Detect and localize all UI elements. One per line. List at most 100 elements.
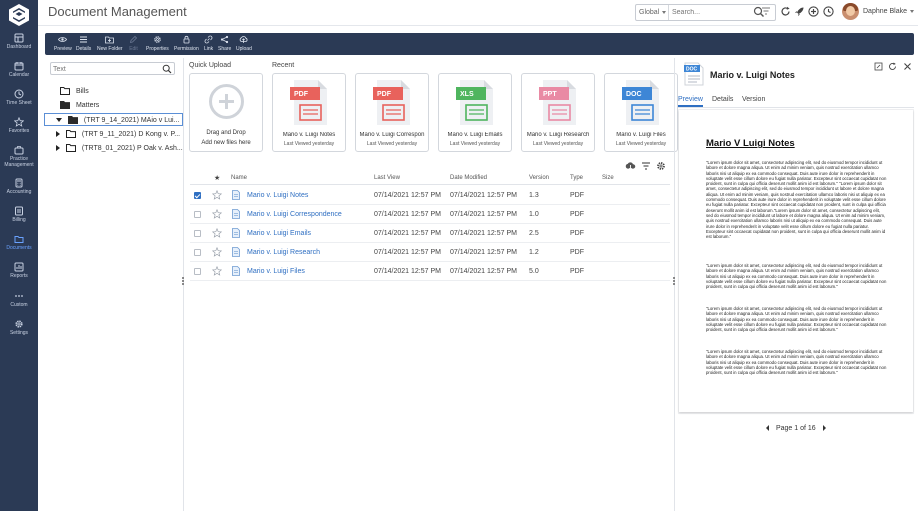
upload-button[interactable]: Upload: [236, 35, 252, 52]
column-header-name[interactable]: Name: [231, 175, 247, 181]
edit-button[interactable]: Edit: [129, 35, 138, 52]
nav-item-settings[interactable]: Settings: [0, 319, 38, 336]
pager: Page 1 of 16: [766, 425, 826, 432]
permission-button[interactable]: Permission: [174, 35, 199, 52]
nav-item-billing[interactable]: Billing: [0, 206, 38, 223]
file-name-link[interactable]: Mario v. Luigi Notes: [247, 192, 308, 199]
nav-item-accounting[interactable]: Accounting: [0, 178, 38, 195]
close-icon[interactable]: [903, 62, 912, 71]
row-checkbox[interactable]: [194, 211, 201, 218]
table-row[interactable]: Mario v. Luigi Emails 07/14/2021 12:57 PM…: [190, 224, 670, 243]
recent-file-card[interactable]: PDF Mario v. Luigi Correspon Last Viewed y…: [355, 73, 429, 152]
column-header-date-modified[interactable]: Date Modified: [450, 175, 487, 181]
cloud-download-icon[interactable]: [625, 161, 636, 171]
nav-item-favorites[interactable]: Favorites: [0, 117, 38, 134]
tab-version[interactable]: Version: [742, 96, 765, 103]
recent-file-card[interactable]: PPT Mario v. Luigi Research Last Viewed ye…: [521, 73, 595, 152]
gear-icon[interactable]: [656, 161, 666, 171]
details-button[interactable]: Details: [76, 35, 91, 52]
row-checkbox[interactable]: [194, 249, 201, 256]
filter-icon[interactable]: [761, 6, 771, 16]
filter-icon[interactable]: [641, 161, 651, 171]
file-name-link[interactable]: Mario v. Luigi Research: [247, 249, 320, 256]
quick-upload-dropzone[interactable]: Drag and Drop Add new files here: [189, 73, 263, 152]
nav-item-time-sheet[interactable]: Time Sheet: [0, 89, 38, 106]
nav-label: Accounting: [6, 189, 32, 195]
nav-item-reports[interactable]: Reports: [0, 262, 38, 279]
nav-item-calendar[interactable]: Calendar: [0, 61, 38, 78]
column-header-size[interactable]: Size: [602, 175, 614, 181]
row-checkbox[interactable]: [194, 230, 201, 237]
folder-tree-item-matters[interactable]: Matters: [60, 99, 99, 112]
toolbar-label: Details: [76, 46, 92, 52]
nav-label: Settings: [9, 330, 29, 336]
favorite-column-header[interactable]: ★: [214, 174, 220, 182]
resize-handle[interactable]: [672, 276, 676, 290]
preview-button[interactable]: Preview: [54, 35, 72, 52]
favorite-star-icon[interactable]: [212, 228, 222, 238]
column-header-version[interactable]: Version: [529, 175, 549, 181]
calendar-icon: [14, 62, 24, 71]
folder-tree-item-bills[interactable]: Bills: [60, 85, 89, 98]
row-checkbox[interactable]: [194, 268, 201, 275]
nav-item-custom[interactable]: Custom: [0, 291, 38, 308]
search-input[interactable]: [672, 6, 752, 19]
chevron-right-icon[interactable]: [822, 425, 826, 432]
folder-tree-item-trt8-01-2021[interactable]: (TRT8_01_2021) P Oak v. Ash...: [56, 142, 183, 155]
link-icon: [204, 35, 213, 44]
resize-handle[interactable]: [181, 276, 185, 290]
column-header-type[interactable]: Type: [570, 175, 583, 181]
file-icon: [232, 247, 240, 257]
folder-search-input[interactable]: [53, 64, 153, 74]
recent-file-card[interactable]: DOC Mario v. Luigi Files Last Viewed yeste…: [604, 73, 678, 152]
chevron-left-icon[interactable]: [766, 425, 769, 432]
tab-preview[interactable]: Preview: [678, 96, 703, 107]
table-row[interactable]: Mario v. Luigi Notes 07/14/2021 12:57 PM 0…: [190, 186, 670, 205]
link-button[interactable]: Link: [204, 35, 213, 52]
tree-label: (TRT 9_14_2021) MAio v Lui...: [83, 117, 180, 124]
search-scope-select[interactable]: Global: [636, 5, 669, 20]
row-checkbox[interactable]: [194, 192, 201, 199]
nav-item-dashboard[interactable]: Dashboard: [0, 33, 38, 50]
chevron-down-icon[interactable]: [910, 10, 914, 13]
file-name-link[interactable]: Mario v. Luigi Files: [247, 268, 305, 275]
favorite-star-icon[interactable]: [212, 266, 222, 276]
app-logo-icon[interactable]: [7, 3, 31, 27]
new-folder-button[interactable]: New Folder: [97, 35, 123, 52]
table-row[interactable]: Mario v. Luigi Research 07/14/2021 12:57 …: [190, 243, 670, 262]
chevron-down-icon[interactable]: [56, 118, 62, 123]
refresh-icon[interactable]: [780, 6, 791, 17]
table-row[interactable]: Mario v. Luigi Files 07/14/2021 12:57 PM 0…: [190, 262, 670, 281]
expand-icon[interactable]: [874, 62, 883, 71]
chevron-right-icon[interactable]: [56, 145, 60, 152]
type-cell: PDF: [570, 211, 584, 218]
chevron-right-icon[interactable]: [56, 131, 60, 138]
share-button[interactable]: Share: [218, 35, 231, 52]
add-circle-icon[interactable]: [808, 6, 819, 17]
search-icon[interactable]: [162, 64, 172, 74]
user-name[interactable]: Daphne Blake: [863, 8, 907, 15]
file-name-link[interactable]: Mario v. Luigi Emails: [247, 230, 311, 237]
clock-icon[interactable]: [823, 6, 834, 17]
nav-label: Calendar: [8, 72, 30, 78]
recent-file-card[interactable]: XLS Mario v. Luigi Emails Last Viewed yest…: [438, 73, 512, 152]
column-header-last-view[interactable]: Last View: [374, 175, 400, 181]
favorite-star-icon[interactable]: [212, 247, 222, 257]
rocket-icon[interactable]: [794, 6, 805, 17]
tab-details[interactable]: Details: [712, 96, 733, 103]
favorite-star-icon[interactable]: [212, 209, 222, 219]
preview-page[interactable]: Mario V Luigi Notes "Lorem ipsum dolor s…: [679, 110, 913, 412]
nav-item-documents[interactable]: Documents: [0, 234, 38, 251]
table-row[interactable]: Mario v. Luigi Correspondence 07/14/2021 …: [190, 205, 670, 224]
last-view-cell: 07/14/2021 12:57 PM: [374, 249, 441, 256]
nav-item-practice-management[interactable]: Practice Management: [0, 145, 38, 168]
refresh-icon[interactable]: [888, 62, 897, 71]
avatar[interactable]: [842, 3, 859, 20]
folder-tree-item-trt-9-11-2021[interactable]: (TRT 9_11_2021) D Kong v. P...: [56, 128, 180, 141]
file-name-link[interactable]: Mario v. Luigi Correspondence: [247, 211, 342, 218]
favorite-star-icon[interactable]: [212, 190, 222, 200]
recent-file-card[interactable]: PDF Mario v. Luigi Notes Last Viewed yeste…: [272, 73, 346, 152]
properties-button[interactable]: Properties: [146, 35, 169, 52]
folder-tree-item-trt-9-14-2021[interactable]: (TRT 9_14_2021) MAio v Lui...: [44, 113, 183, 126]
add-circle-icon: [209, 84, 244, 119]
